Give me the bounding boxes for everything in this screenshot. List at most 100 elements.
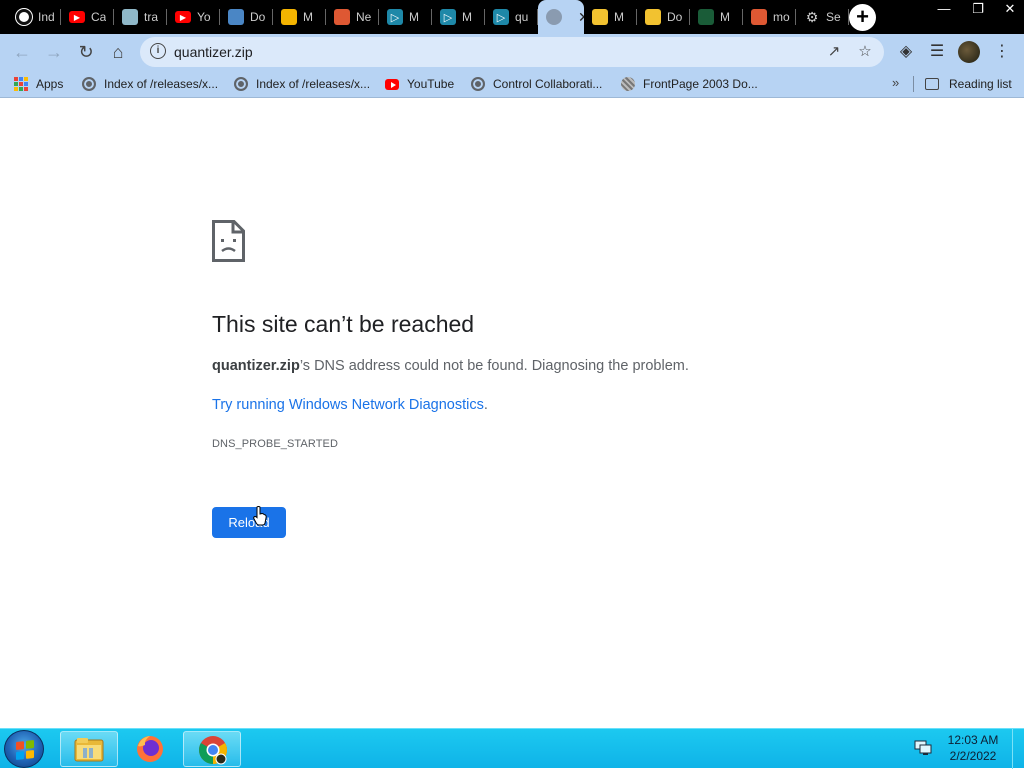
bookmark-star-icon[interactable]: ☆	[855, 42, 875, 62]
reload-button[interactable]: Reload	[212, 507, 286, 538]
tab-label: qu	[515, 10, 529, 24]
tab-4[interactable]: Do	[220, 0, 273, 34]
menu-kebab-icon[interactable]: ⋮	[990, 40, 1014, 64]
tab-9[interactable]: ▷ qu	[485, 0, 538, 34]
taskbar-file-explorer[interactable]	[60, 731, 118, 767]
restore-button[interactable]: ❐	[962, 0, 994, 17]
sad-page-icon	[212, 220, 245, 262]
error-message-text: ’s DNS address could not be found. Diagn…	[299, 358, 689, 374]
share-icon[interactable]: ↗	[824, 42, 844, 62]
tab-13[interactable]: M	[690, 0, 743, 34]
diagnostics-line: Try running Windows Network Diagnostics.	[212, 397, 488, 413]
network-diagnostics-link[interactable]: Try running Windows Network Diagnostics	[212, 397, 484, 413]
tab-2[interactable]: tra	[114, 0, 167, 34]
reload-toolbar-button[interactable]: ↻	[74, 40, 98, 64]
tab-strip: Ind ▶ Ca tra ▶ Yo Do M Ne ▷ M ▷ M ▷ qu ✕ M Do Mmo ⚙ Se + — ❐…	[0, 0, 1024, 34]
tab-15[interactable]: ⚙ Se	[796, 0, 849, 34]
tab-8[interactable]: ▷ M	[432, 0, 485, 34]
python-icon	[592, 9, 608, 25]
diagnostics-period: .	[483, 397, 488, 413]
close-window-button[interactable]: ✕	[996, 0, 1024, 17]
tab-label: M	[303, 10, 313, 24]
minimize-button[interactable]: —	[928, 0, 960, 17]
youtube-icon	[385, 78, 399, 90]
duckduckgo-icon	[751, 9, 767, 25]
bookmark-index-releases-1[interactable]: Index of /releases/x...	[82, 76, 218, 92]
bookmark-label: FrontPage 2003 Do...	[643, 77, 758, 91]
taskbar-clock[interactable]: 12:03 AM 2/2/2022	[940, 732, 1006, 764]
gear-icon: ⚙	[805, 8, 819, 25]
bookmark-label: YouTube	[407, 77, 455, 91]
bookmarks-bar: Apps Index of /releases/x... Index of /r…	[0, 70, 1024, 98]
media-control-icon[interactable]: ☰	[925, 40, 949, 64]
back-button[interactable]: ←	[10, 40, 34, 64]
taskbar-firefox[interactable]	[121, 731, 179, 767]
reading-list-label: Reading list	[949, 77, 1012, 91]
clock-date: 2/2/2022	[949, 749, 997, 763]
reading-list-button[interactable]: Reading list	[925, 76, 1012, 92]
upload-icon	[122, 9, 138, 25]
tab-14[interactable]: mo	[743, 0, 796, 34]
tab-label: Ind	[38, 10, 55, 24]
error-code: DNS_PROBE_STARTED	[212, 438, 338, 450]
show-desktop-button[interactable]	[1012, 729, 1024, 769]
globe-icon	[82, 77, 96, 91]
tab-12[interactable]: Do	[637, 0, 690, 34]
forward-button[interactable]: →	[42, 40, 66, 64]
github-icon	[16, 9, 32, 25]
tab-7[interactable]: ▷ M	[379, 0, 432, 34]
reading-list-icon	[925, 78, 939, 90]
start-button[interactable]	[4, 730, 44, 768]
hand-cursor-icon	[253, 506, 267, 526]
chrome-icon	[199, 736, 227, 765]
globe-icon	[471, 77, 485, 91]
apps-grid-icon	[14, 77, 28, 91]
page-content: This site can’t be reached quantizer.zip…	[0, 99, 1024, 728]
url-text: quantizer.zip	[174, 44, 253, 60]
extensions-puzzle-icon[interactable]: ◈	[894, 40, 918, 64]
bookmark-label: Index of /releases/x...	[104, 77, 219, 91]
address-bar[interactable]: i quantizer.zip ↗ ☆	[140, 37, 884, 67]
youtube-icon: ▶	[175, 11, 191, 23]
firefox-icon	[137, 736, 163, 762]
error-host: quantizer.zip	[212, 358, 300, 374]
windows-logo-icon	[16, 740, 34, 760]
tab-label: Do	[667, 10, 683, 24]
duckduckgo-icon	[334, 9, 350, 25]
doc-icon	[228, 9, 244, 25]
tab-5[interactable]: M	[273, 0, 326, 34]
python-icon	[645, 9, 661, 25]
frontpage-icon	[621, 77, 635, 91]
taskbar-chrome[interactable]	[183, 731, 241, 767]
bookmark-youtube[interactable]: YouTube	[385, 76, 454, 92]
bookmark-frontpage[interactable]: FrontPage 2003 Do...	[621, 76, 758, 92]
tab-label: Se	[826, 10, 841, 24]
clock-time: 12:03 AM	[947, 733, 999, 747]
file-explorer-icon	[74, 738, 104, 762]
network-tray-icon[interactable]	[914, 740, 932, 756]
site-info-icon[interactable]: i	[150, 43, 166, 59]
tab-10[interactable]: ✕	[538, 0, 584, 34]
bookmark-label: Control Collaborati...	[493, 77, 603, 91]
tab-label: Yo	[197, 10, 211, 24]
bookmark-control-collaboration[interactable]: Control Collaborati...	[471, 76, 602, 92]
bookmark-label: Apps	[36, 77, 64, 91]
tab-label: Ca	[91, 10, 107, 24]
bookmarks-overflow-button[interactable]: »	[892, 75, 899, 90]
home-button[interactable]: ⌂	[106, 40, 130, 64]
tab-6[interactable]: Ne	[326, 0, 379, 34]
nvidia-icon	[698, 9, 714, 25]
tab-0[interactable]: Ind	[8, 0, 61, 34]
tab-label: Do	[250, 10, 266, 24]
new-tab-button[interactable]: +	[849, 4, 876, 31]
tab-label: M	[614, 10, 624, 24]
tab-label: tra	[144, 10, 159, 24]
bookmark-index-releases-2[interactable]: Index of /releases/x...	[234, 76, 370, 92]
tab-label: mo	[773, 10, 790, 24]
tab-11[interactable]: M	[584, 0, 637, 34]
profile-avatar[interactable]	[958, 41, 980, 63]
tab-1[interactable]: ▶ Ca	[61, 0, 114, 34]
bookmark-apps[interactable]: Apps	[14, 76, 63, 92]
play-icon: ▷	[387, 9, 403, 25]
tab-3[interactable]: ▶ Yo	[167, 0, 220, 34]
